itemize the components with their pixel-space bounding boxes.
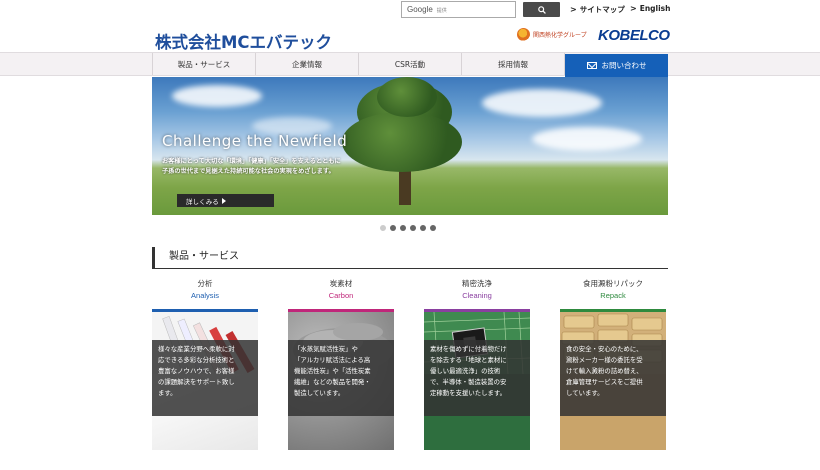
search-icon (537, 5, 546, 14)
hero-more-button[interactable]: 詳しくみる (177, 194, 274, 207)
card-title: 分析 (197, 279, 213, 288)
hero-slider[interactable]: Challenge the Newfield お客様にとって大切な「環境」「健康… (152, 77, 668, 215)
chevron-right-icon: > (630, 4, 637, 13)
kobelco-logo[interactable]: KOBELCO (598, 27, 670, 44)
slider-dot[interactable] (400, 225, 406, 231)
utility-bar: Google 提供 > サイトマップ > English (0, 0, 820, 20)
slider-dot[interactable] (410, 225, 416, 231)
section-title: 製品・サービス (152, 247, 668, 269)
contact-label: お問い合わせ (601, 61, 647, 70)
product-card-cleaning[interactable]: 精密洗浄 Cleaning 素材を傷めずに付着物だけ を除去する「地球と素材に … (424, 278, 530, 450)
product-card-analysis[interactable]: 分析 Analysis 様々な産業分野へ柔軟に対 応できる多彩な分析技術と 豊富… (152, 278, 258, 450)
nav-item-csr[interactable]: CSR活動 (358, 53, 461, 75)
play-triangle-icon (221, 197, 226, 204)
search-button[interactable] (523, 2, 560, 17)
envelope-icon (586, 62, 597, 69)
card-title: 食用澱粉リパック (583, 279, 643, 288)
global-nav: 製品・サービス 企業情報 CSR活動 採用情報 お問い合わせ (0, 52, 820, 77)
cloud (482, 89, 602, 117)
nav-item-company[interactable]: 企業情報 (255, 53, 358, 75)
card-title: 精密洗浄 (462, 279, 492, 288)
nav-item-recruit[interactable]: 採用情報 (461, 53, 565, 75)
card-description: 素材を傷めずに付着物だけ を除去する「地球と素材に 優しい最適洗浄」の技術 で、… (424, 340, 530, 416)
provided-label: 提供 (436, 8, 447, 14)
english-link[interactable]: > English (630, 4, 670, 13)
sitemap-link[interactable]: > サイトマップ (570, 4, 625, 15)
cloud (532, 127, 642, 151)
product-card-carbon[interactable]: 炭素材 Carbon 「水蒸気賦活性炭」や 「アルカリ賦活法による高 機能活性炭… (288, 278, 394, 450)
card-subtitle: Carbon (328, 291, 354, 300)
search-input[interactable]: Google 提供 (401, 1, 516, 18)
slider-dot[interactable] (430, 225, 436, 231)
hero-subtitle: お客様にとって大切な「環境」「健康」「安全」を支えるとともに 子孫の世代まで見据… (162, 158, 341, 175)
slider-dot[interactable] (390, 225, 396, 231)
card-subtitle: Analysis (191, 291, 219, 300)
group-logo[interactable]: 関西熱化学グループ (517, 28, 587, 41)
google-label: Google (407, 5, 433, 14)
cloud (172, 85, 262, 107)
company-logo[interactable]: 株式会社MCエバテック (155, 29, 332, 53)
slider-dot[interactable] (380, 225, 386, 231)
product-card-repack[interactable]: 食用澱粉リパック Repack 食の安全・安心のために、 澱粉メーカー様の委託を… (560, 278, 666, 450)
nav-contact-button[interactable]: お問い合わせ (565, 54, 668, 77)
tree-crown (342, 112, 462, 172)
card-subtitle: Cleaning (462, 291, 492, 300)
nav-item-products[interactable]: 製品・サービス (152, 53, 255, 75)
slider-pagination (380, 225, 440, 231)
card-description: 「水蒸気賦活性炭」や 「アルカリ賦活法による高 機能活性炭」や「活性炭素 繊維」… (288, 340, 394, 416)
chevron-right-icon: > (570, 5, 577, 14)
card-description: 食の安全・安心のために、 澱粉メーカー様の委託を受 けて輸入澱粉の詰め替え、 倉… (560, 340, 666, 416)
card-description: 様々な産業分野へ柔軟に対 応できる多彩な分析技術と 豊富なノウハウで、お客様 の… (152, 340, 258, 416)
tree-crown (377, 77, 437, 117)
group-mark-icon (517, 28, 530, 41)
card-subtitle: Repack (600, 291, 626, 300)
card-title: 炭素材 (329, 279, 353, 288)
group-label: 関西熱化学グループ (533, 32, 587, 39)
slider-dot[interactable] (420, 225, 426, 231)
hero-title: Challenge the Newfield (162, 132, 348, 150)
